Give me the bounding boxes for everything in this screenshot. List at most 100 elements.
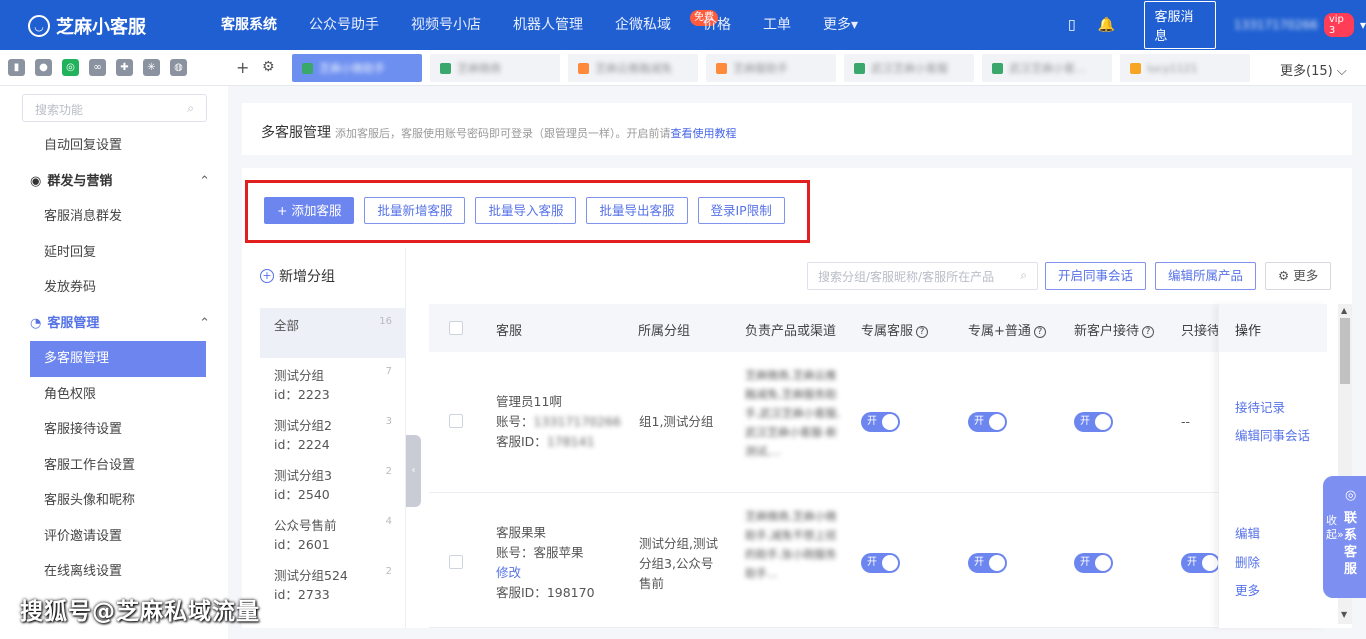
scroll-down-icon[interactable]: ▼ — [1341, 610, 1347, 619]
wechat-icon[interactable]: ◎ — [62, 59, 79, 76]
edit-account-link[interactable]: 修改 — [496, 563, 595, 583]
nav-item-wecom[interactable]: 企微私域 免费 — [599, 0, 718, 50]
puzzle-icon[interactable]: ✚ — [116, 59, 133, 76]
new-customer-toggle[interactable]: 开 — [1074, 553, 1113, 573]
nav-item-kefu[interactable]: 客服系统 — [205, 0, 293, 50]
more-link[interactable]: 更多 — [1235, 581, 1260, 601]
phone-icon[interactable]: ▯ — [1068, 17, 1082, 33]
chat-icon[interactable]: ● — [35, 59, 52, 76]
user-menu[interactable]: 13317170266 vip 3 ▾ — [1234, 13, 1366, 37]
group-count: 16 — [379, 316, 392, 327]
column-header: 所属分组 — [638, 324, 691, 339]
sidebar-item-online[interactable]: 在线离线设置 — [0, 554, 228, 590]
star-icon[interactable]: ✳ — [143, 59, 160, 76]
product-tab[interactable]: lucy1121 — [1120, 54, 1250, 82]
page-icon[interactable]: ▮ — [8, 59, 25, 76]
sidebar-search-placeholder: 搜索功能 — [35, 103, 84, 117]
collapse-panel-handle[interactable]: ‹ — [406, 435, 421, 507]
sidebar-item-rating[interactable]: 评价邀请设置 — [0, 519, 228, 555]
nav-item-video[interactable]: 视频号小店 — [395, 0, 497, 50]
tutorial-link[interactable]: 查看使用教程 — [671, 127, 737, 140]
scroll-thumb[interactable] — [1340, 318, 1350, 384]
kefu-search-input[interactable]: 搜索分组/客服昵称/客服所在产品 ⌕ — [807, 262, 1038, 290]
sidebar-group-marketing[interactable]: ◉ 群发与营销 ⌃ — [0, 164, 228, 200]
watermark: 搜狐号@芝麻私域流量 — [20, 599, 260, 625]
user-phone: 13317170266 — [1233, 18, 1318, 32]
sidebar-item-auto-reply[interactable]: 自动回复设置 — [0, 128, 228, 164]
sidebar-group-label: 客服管理 — [47, 315, 100, 331]
nav-item-robot[interactable]: 机器人管理 — [497, 0, 599, 50]
link-icon[interactable]: ∞ — [89, 59, 106, 76]
group-item[interactable]: 公众号售前 id：2601 4 — [260, 508, 406, 558]
bell-icon[interactable]: 🔔 — [1098, 17, 1115, 33]
scroll-up-icon[interactable]: ▲ — [1341, 306, 1347, 315]
tabs-more-button[interactable]: 更多(15) ⌵ — [1280, 60, 1347, 79]
help-icon[interactable]: ? — [1142, 326, 1155, 338]
product-tab[interactable]: 芝麻小微助手 — [292, 54, 422, 82]
id-label: 客服ID： — [496, 585, 547, 600]
group-item[interactable]: 全部 16 — [260, 308, 406, 358]
product-tab[interactable]: 芝麻微商 — [430, 54, 560, 82]
sidebar-item-delay-reply[interactable]: 延时回复 — [0, 235, 228, 271]
row-checkbox[interactable] — [449, 414, 463, 428]
product-tab[interactable]: 芝麻服助手 — [706, 54, 836, 82]
product-tab[interactable]: 武汉芝麻小客... — [982, 54, 1112, 82]
sidebar-search-input[interactable]: 搜索功能 ⌕ — [22, 94, 207, 122]
row-checkbox[interactable] — [449, 555, 463, 569]
product-tab-label: 武汉芝麻小客服 — [871, 62, 948, 75]
group-item[interactable]: 测试分组3 id：2540 2 — [260, 458, 406, 508]
sidebar-item-mass-msg[interactable]: 客服消息群发 — [0, 199, 228, 235]
sidebar-item-reception[interactable]: 客服接待设置 — [0, 412, 228, 448]
product-tab[interactable]: 芝麻云推融减免 — [568, 54, 698, 82]
kefu-message-button[interactable]: 客服消息 — [1143, 1, 1216, 49]
sidebar-item-roles[interactable]: 角色权限 — [0, 377, 228, 413]
contact-support-widget[interactable]: ◎ 收起» 联系客服 — [1323, 476, 1366, 598]
more-settings-button[interactable]: ⚙ 更多 — [1265, 262, 1332, 290]
group-item[interactable]: 测试分组524 id：2733 2 — [260, 558, 406, 608]
sidebar-group-kefu[interactable]: ◔ 客服管理 ⌃ — [0, 306, 228, 342]
contact-support-label: 联系客服 — [1344, 511, 1358, 577]
help-icon[interactable]: ? — [1033, 326, 1046, 338]
nav-item-gzh[interactable]: 公众号助手 — [293, 0, 395, 50]
select-all-checkbox[interactable] — [449, 321, 463, 335]
nav-item-ticket[interactable]: 工单 — [747, 0, 807, 50]
gear-icon[interactable]: ⚙ — [262, 59, 275, 75]
brand-logo[interactable]: ◡ 芝麻小客服 — [28, 13, 146, 39]
delete-link[interactable]: 删除 — [1235, 553, 1260, 573]
nav-item-price[interactable]: 价格 — [687, 0, 747, 50]
add-group-button[interactable]: + 新增分组 — [260, 266, 335, 286]
column-header: 专属+普通? — [968, 320, 1046, 339]
brand-name: 芝麻小客服 — [56, 17, 146, 38]
sidebar-item-avatar[interactable]: 客服头像和昵称 — [0, 483, 228, 519]
product-tab-label: 芝麻小微助手 — [319, 62, 385, 75]
group-item[interactable]: 测试分组 id：2223 7 — [260, 358, 406, 408]
add-tab-icon[interactable]: + — [236, 58, 249, 77]
group-id: id：2540 — [274, 487, 330, 502]
table-header: 客服 所属分组 负责产品或渠道 专属客服? 专属+普通? 新客户接待? 只接待 — [429, 304, 1326, 352]
group-item[interactable]: 测试分组2 id：2224 3 — [260, 408, 406, 458]
group-name: 测试分组3 — [274, 468, 332, 483]
edit-product-button[interactable]: 编辑所属产品 — [1155, 262, 1257, 290]
exclusive-toggle[interactable]: 开 — [861, 553, 900, 573]
kefu-id: 客服ID：198170 — [496, 583, 595, 603]
sidebar-item-multi-kefu[interactable]: 多客服管理 — [30, 341, 206, 377]
nav-item-more[interactable]: 更多▾ — [807, 0, 874, 50]
help-icon[interactable]: ? — [916, 326, 929, 338]
product-icon — [716, 62, 727, 74]
edit-colleague-chat-link[interactable]: 编辑同事会话 — [1235, 426, 1310, 446]
edit-link[interactable]: 编辑 — [1235, 524, 1260, 544]
nav-item-wecom-label: 企微私域 — [615, 17, 671, 33]
sidebar-item-coupon[interactable]: 发放券码 — [0, 270, 228, 306]
enable-colleague-chat-button[interactable]: 开启同事会话 — [1045, 262, 1147, 290]
new-customer-toggle[interactable]: 开 — [1074, 412, 1113, 432]
product-tab[interactable]: 武汉芝麻小客服 — [844, 54, 974, 82]
sidebar-item-workbench[interactable]: 客服工作台设置 — [0, 448, 228, 484]
globe-icon[interactable]: ◍ — [170, 59, 187, 76]
headset-icon: ◎ — [1345, 488, 1357, 503]
only-reception-toggle[interactable]: 开 — [1181, 553, 1220, 573]
collapse-label[interactable]: 收起» — [1326, 514, 1344, 542]
exclusive-normal-toggle[interactable]: 开 — [968, 412, 1007, 432]
reception-record-link[interactable]: 接待记录 — [1235, 398, 1285, 418]
exclusive-toggle[interactable]: 开 — [861, 412, 900, 432]
exclusive-normal-toggle[interactable]: 开 — [968, 553, 1007, 573]
